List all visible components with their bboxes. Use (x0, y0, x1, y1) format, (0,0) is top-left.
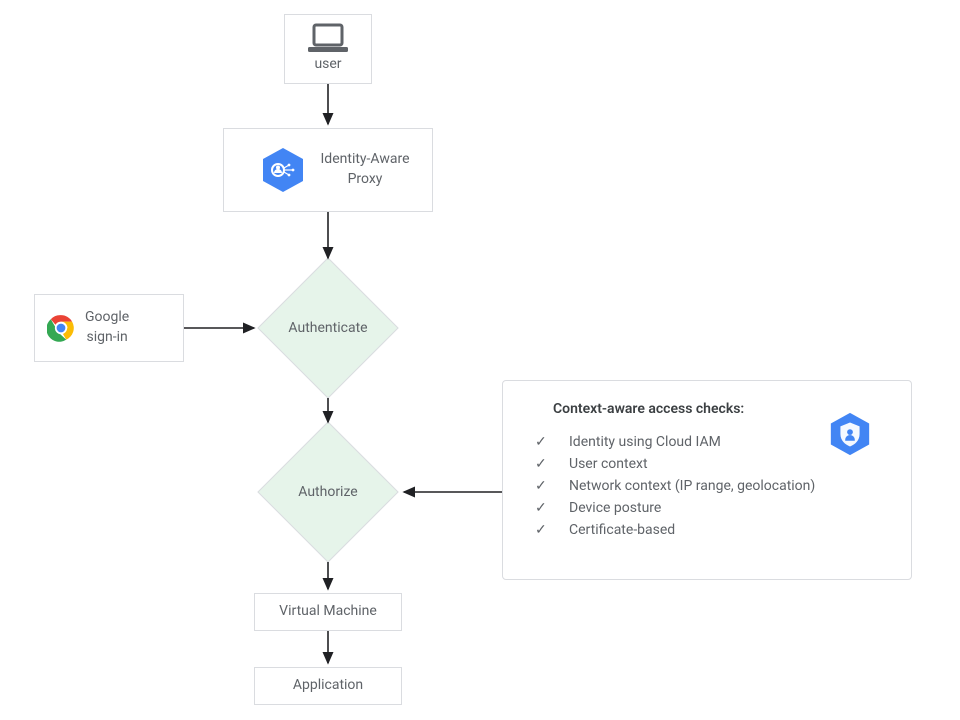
node-user-label: user (314, 55, 341, 75)
panel-context-aware: Context-aware access checks: Identity us… (502, 380, 912, 580)
diamond-authenticate (257, 257, 398, 398)
node-vm: Virtual Machine (254, 593, 402, 631)
node-signin-label: Google sign-in (85, 308, 129, 347)
check-item: Device posture (535, 497, 891, 519)
laptop-icon (306, 23, 350, 53)
iap-hex-icon (259, 146, 307, 194)
chrome-icon (47, 314, 75, 342)
check-item: Network context (IP range, geolocation) (535, 475, 891, 497)
node-vm-label: Virtual Machine (279, 602, 377, 622)
node-app: Application (254, 667, 402, 705)
check-item: Certificate-based (535, 519, 891, 541)
node-app-label: Application (293, 676, 363, 696)
diamond-authorize (257, 421, 398, 562)
node-user: user (284, 14, 372, 84)
node-iap-label: Identity-Aware Proxy (321, 150, 410, 189)
node-google-signin: Google sign-in (34, 294, 184, 362)
security-hex-icon (827, 411, 873, 457)
node-iap: Identity-Aware Proxy (223, 128, 433, 212)
